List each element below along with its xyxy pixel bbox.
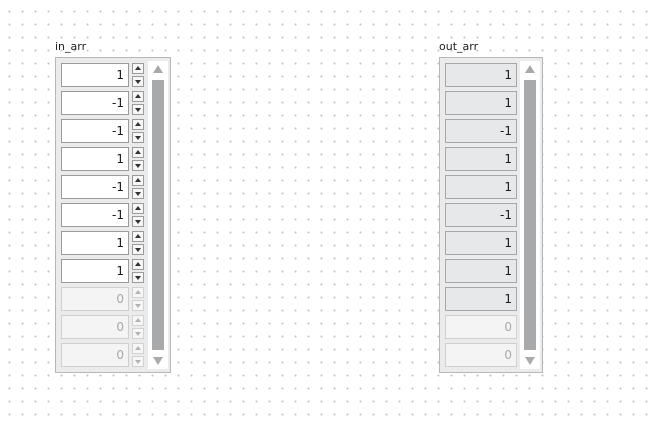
array-element-value: 1 <box>445 147 517 171</box>
increment-arrow-icon <box>135 178 141 182</box>
array-element-value: 1 <box>445 287 517 311</box>
increment-decrement[interactable] <box>132 91 144 115</box>
array-element-value[interactable]: 1 <box>61 147 129 171</box>
decrement-arrow-icon <box>135 136 141 140</box>
decrement-button[interactable] <box>132 272 144 283</box>
increment-arrow-icon <box>135 318 141 322</box>
array-element-value[interactable]: -1 <box>61 91 129 115</box>
increment-decrement[interactable] <box>132 147 144 171</box>
scroll-up-arrow-icon[interactable] <box>153 65 163 73</box>
array-element-value[interactable]: 1 <box>61 259 129 283</box>
array-element-value: 0 <box>61 315 129 339</box>
increment-button[interactable] <box>132 63 144 74</box>
array-element-value[interactable]: -1 <box>61 119 129 143</box>
increment-decrement[interactable] <box>132 203 144 227</box>
array-element-value: 1 <box>445 259 517 283</box>
increment-decrement[interactable] <box>132 175 144 199</box>
increment-decrement[interactable] <box>132 315 144 339</box>
array-element-value[interactable]: -1 <box>61 175 129 199</box>
increment-button[interactable] <box>132 287 144 298</box>
decrement-button[interactable] <box>132 76 144 87</box>
increment-button[interactable] <box>132 119 144 130</box>
out-arr-label: out_arr <box>439 40 479 53</box>
decrement-button[interactable] <box>132 300 144 311</box>
decrement-button[interactable] <box>132 160 144 171</box>
out-arr-scrollbar[interactable] <box>520 61 540 369</box>
array-element-value: 1 <box>445 231 517 255</box>
decrement-arrow-icon <box>135 332 141 336</box>
array-element-value: 0 <box>61 343 129 367</box>
decrement-button[interactable] <box>132 356 144 367</box>
increment-button[interactable] <box>132 91 144 102</box>
increment-arrow-icon <box>135 66 141 70</box>
array-element-value[interactable]: 1 <box>61 63 129 87</box>
decrement-arrow-icon <box>135 164 141 168</box>
out-arr-frame: 1 1 -1 1 1 -1 1 1 1 0 0 <box>439 57 543 373</box>
increment-button[interactable] <box>132 315 144 326</box>
array-element-value[interactable]: -1 <box>61 203 129 227</box>
increment-decrement[interactable] <box>132 119 144 143</box>
increment-arrow-icon <box>135 234 141 238</box>
decrement-arrow-icon <box>135 304 141 308</box>
increment-decrement[interactable] <box>132 63 144 87</box>
decrement-button[interactable] <box>132 216 144 227</box>
in-arr-scrollbar[interactable] <box>148 61 168 369</box>
increment-decrement[interactable] <box>132 259 144 283</box>
array-element-value: 1 <box>445 91 517 115</box>
increment-arrow-icon <box>135 346 141 350</box>
array-element-value[interactable]: 1 <box>61 231 129 255</box>
decrement-button[interactable] <box>132 188 144 199</box>
increment-button[interactable] <box>132 147 144 158</box>
increment-decrement[interactable] <box>132 287 144 311</box>
decrement-arrow-icon <box>135 108 141 112</box>
increment-decrement[interactable] <box>132 343 144 367</box>
decrement-button[interactable] <box>132 104 144 115</box>
increment-arrow-icon <box>135 94 141 98</box>
scroll-down-arrow-icon[interactable] <box>525 357 535 365</box>
increment-button[interactable] <box>132 343 144 354</box>
in-arr-label: in_arr <box>55 40 87 53</box>
increment-arrow-icon <box>135 206 141 210</box>
scroll-thumb[interactable] <box>152 80 164 350</box>
decrement-button[interactable] <box>132 132 144 143</box>
increment-button[interactable] <box>132 259 144 270</box>
scroll-thumb[interactable] <box>524 80 536 350</box>
array-element-value: 0 <box>445 315 517 339</box>
decrement-arrow-icon <box>135 248 141 252</box>
increment-decrement[interactable] <box>132 231 144 255</box>
increment-button[interactable] <box>132 203 144 214</box>
increment-button[interactable] <box>132 231 144 242</box>
increment-arrow-icon <box>135 122 141 126</box>
scroll-down-arrow-icon[interactable] <box>153 357 163 365</box>
array-element-value: 1 <box>445 175 517 199</box>
decrement-arrow-icon <box>135 276 141 280</box>
decrement-arrow-icon <box>135 360 141 364</box>
decrement-arrow-icon <box>135 220 141 224</box>
decrement-button[interactable] <box>132 244 144 255</box>
array-element-value: 0 <box>61 287 129 311</box>
decrement-button[interactable] <box>132 328 144 339</box>
array-element-value: -1 <box>445 119 517 143</box>
in-arr-frame: 1 -1 -1 1 -1 -1 1 1 0 0 0 <box>55 57 171 373</box>
decrement-arrow-icon <box>135 192 141 196</box>
array-element-value: 1 <box>445 63 517 87</box>
increment-button[interactable] <box>132 175 144 186</box>
array-element-value: -1 <box>445 203 517 227</box>
decrement-arrow-icon <box>135 80 141 84</box>
array-element-value: 0 <box>445 343 517 367</box>
scroll-up-arrow-icon[interactable] <box>525 65 535 73</box>
increment-arrow-icon <box>135 262 141 266</box>
increment-arrow-icon <box>135 150 141 154</box>
increment-arrow-icon <box>135 290 141 294</box>
